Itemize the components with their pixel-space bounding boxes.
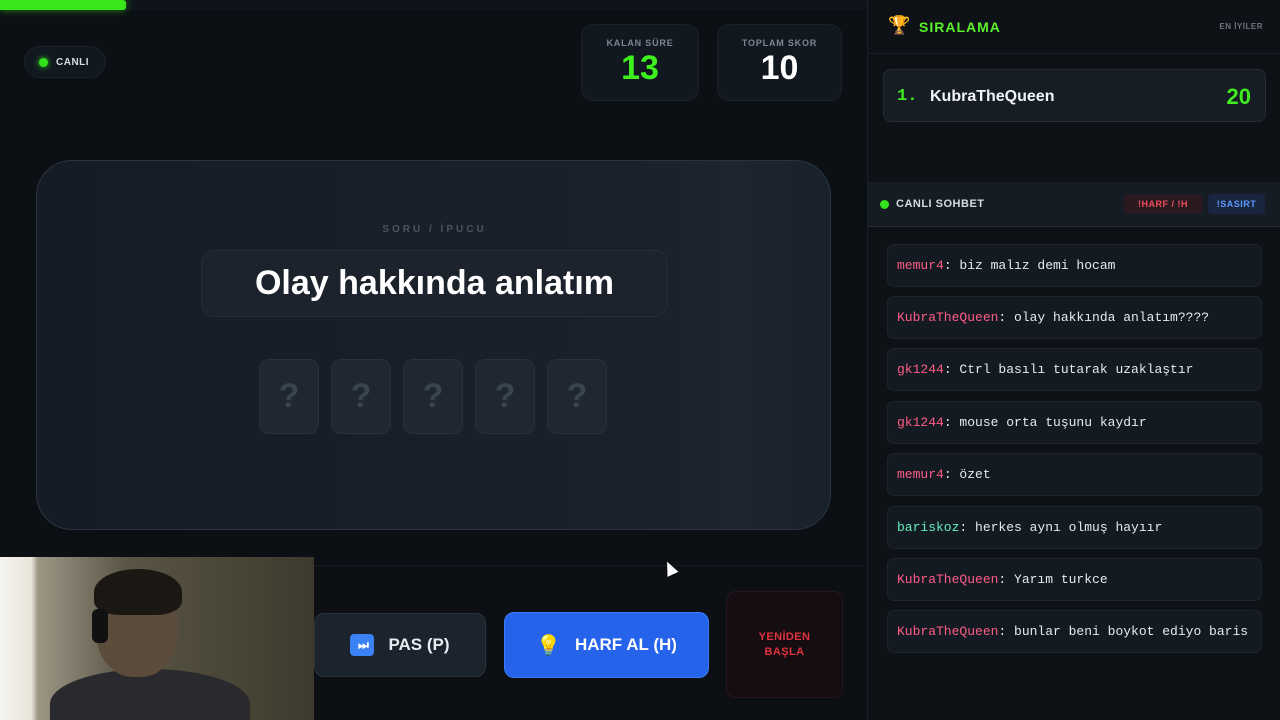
timer-progress-bar	[0, 0, 867, 10]
webcam-person-body	[50, 669, 250, 720]
question-card: SORU / İPUCU Olay hakkında anlatım ? ? ?…	[36, 160, 831, 530]
chat-username: memur4	[897, 467, 944, 482]
leaderboard-subtitle: EN İYİLER	[1219, 22, 1263, 31]
total-score-label: TOPLAM SKOR	[741, 38, 818, 48]
clue-box: Olay hakkında anlatım	[201, 250, 668, 317]
skip-forward-icon: ⏭	[350, 634, 375, 656]
chat-message: memur4: özet	[887, 453, 1262, 496]
mouse-cursor-icon	[661, 559, 679, 577]
leaderboard-rank: 1.	[897, 87, 918, 106]
chat-message: KubraTheQueen: bunlar beni boykot ediyo …	[887, 610, 1262, 653]
chat-title: CANLI SOHBET	[896, 198, 985, 210]
answer-tile: ?	[331, 359, 391, 434]
answer-tile: ?	[547, 359, 607, 434]
chat-username: memur4	[897, 258, 944, 273]
pass-button-label: PAS (P)	[388, 635, 450, 654]
chat-message: KubraTheQueen: Yarım turkce	[887, 558, 1262, 601]
answer-tiles: ? ? ? ? ?	[259, 359, 607, 434]
leaderboard-score: 20	[1226, 84, 1251, 109]
leaderboard-header: 🏆 SIRALAMA EN İYİLER	[868, 0, 1280, 54]
game-area: CANLI KALAN SÜRE 13 TOPLAM SKOR 10 SORU …	[0, 0, 867, 720]
webcam-headset	[92, 609, 108, 643]
sidebar: 🏆 SIRALAMA EN İYİLER 1. KubraTheQueen 20…	[867, 0, 1280, 720]
chat-live-dot-icon	[880, 200, 889, 209]
chat-text: : olay hakkında anlatım????	[998, 310, 1210, 325]
chat-text: : Ctrl basılı tutarak uzaklaştır	[943, 362, 1194, 377]
harf-command-badge: !HARF / !H	[1124, 194, 1202, 214]
live-status-badge: CANLI	[24, 46, 106, 78]
total-score-value: 10	[760, 49, 799, 87]
chat-username: gk1244	[897, 415, 944, 430]
chat-username: KubraTheQueen	[897, 310, 999, 325]
chat-message: memur4: biz malız demi hocam	[887, 244, 1262, 287]
remaining-time-label: KALAN SÜRE	[606, 38, 674, 48]
total-score-box: TOPLAM SKOR 10	[717, 24, 842, 101]
chat-text: : herkes aynı olmuş hayıır	[959, 520, 1163, 535]
webcam-overlay	[0, 557, 314, 720]
chat-header: CANLI SOHBET !HARF / !H !SASIRT	[868, 182, 1280, 227]
chat-username: bariskoz	[897, 520, 960, 535]
sasirt-command-badge: !SASIRT	[1208, 194, 1265, 214]
leaderboard-name: KubraTheQueen	[930, 88, 1055, 105]
trophy-icon: 🏆	[888, 15, 911, 35]
restart-button[interactable]: YENİDEN BAŞLA	[726, 591, 843, 698]
lightbulb-icon: 💡	[536, 634, 561, 657]
chat-username: gk1244	[897, 362, 944, 377]
restart-label-line1: YENİDEN	[758, 630, 811, 643]
chat-text: : bunlar beni boykot ediyo baris	[998, 624, 1249, 639]
chat-text: : Yarım turkce	[998, 572, 1108, 587]
chat-text: : mouse orta tuşunu kaydır	[943, 415, 1147, 430]
remaining-time-box: KALAN SÜRE 13	[581, 24, 699, 101]
webcam-person-hair	[94, 569, 182, 615]
pass-button[interactable]: ⏭ PAS (P)	[314, 613, 486, 677]
restart-label-line2: BAŞLA	[764, 645, 805, 658]
leaderboard-row: 1. KubraTheQueen 20	[883, 69, 1266, 122]
chat-username: KubraTheQueen	[897, 624, 999, 639]
app-root: CANLI KALAN SÜRE 13 TOPLAM SKOR 10 SORU …	[0, 0, 1280, 720]
answer-tile: ?	[259, 359, 319, 434]
chat-message: KubraTheQueen: olay hakkında anlatım????	[887, 296, 1262, 339]
chat-message: gk1244: mouse orta tuşunu kaydır	[887, 401, 1262, 444]
live-status-label: CANLI	[56, 56, 90, 68]
timer-progress-fill	[0, 0, 126, 10]
clue-text: Olay hakkında anlatım	[254, 264, 615, 302]
chat-message: gk1244: Ctrl basılı tutarak uzaklaştır	[887, 348, 1262, 391]
chat-username: KubraTheQueen	[897, 572, 999, 587]
chat-text: : özet	[943, 467, 991, 482]
chat-text: : biz malız demi hocam	[943, 258, 1116, 273]
question-label: SORU / İPUCU	[382, 224, 487, 235]
live-dot-icon	[39, 57, 48, 67]
get-letter-button[interactable]: 💡 HARF AL (H)	[504, 612, 709, 678]
get-letter-button-label: HARF AL (H)	[574, 635, 677, 654]
leaderboard-title: SIRALAMA	[919, 19, 1001, 35]
chat-message: bariskoz: herkes aynı olmuş hayıır	[887, 506, 1262, 549]
answer-tile: ?	[403, 359, 463, 434]
remaining-time-value: 13	[621, 49, 659, 87]
answer-tile: ?	[475, 359, 535, 434]
